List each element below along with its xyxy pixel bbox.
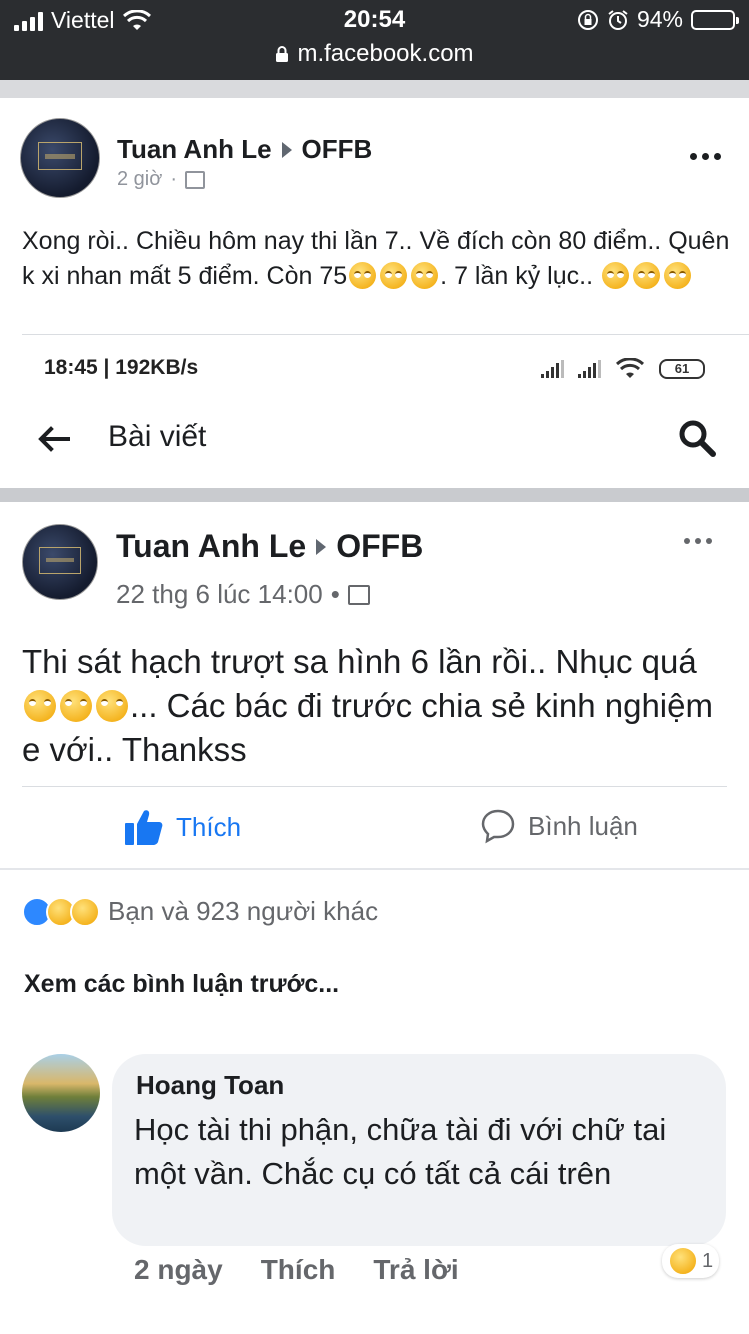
comment-reaction-count: 1	[702, 1249, 714, 1272]
wow-reaction-icon	[70, 896, 100, 927]
divider	[22, 334, 749, 335]
comment-text: Học tài thi phận, chữa tài đi với chữ ta…	[134, 1112, 667, 1191]
arrow-right-icon	[281, 141, 292, 158]
like-button[interactable]: Thích	[124, 808, 241, 846]
post-author-line: Tuan Anh Le OFFB	[116, 528, 423, 565]
section-gap	[0, 80, 749, 98]
author-name[interactable]: Tuan Anh Le	[116, 528, 306, 565]
author-name[interactable]: Tuan Anh Le	[117, 134, 272, 165]
comment-reply-button[interactable]: Trả lời	[373, 1254, 458, 1286]
lock-icon	[276, 46, 289, 62]
commenter-name[interactable]: Hoang Toan	[136, 1070, 284, 1101]
url-text: m.facebook.com	[297, 40, 474, 67]
commenter-avatar[interactable]	[22, 1054, 100, 1132]
more-options-button[interactable]	[690, 153, 721, 160]
screenshot-header: Bài viết	[0, 392, 749, 488]
rolling-eyes-emoji-icon	[601, 262, 629, 289]
signal-icon	[578, 360, 601, 378]
rolling-eyes-emoji-icon	[632, 262, 660, 289]
comment-bubble: Hoang Toan Học tài thi phận, chữa tài đi…	[112, 1054, 726, 1246]
post-text: Xong ròi.. Chiều hôm nay thi lần 7.. Về …	[22, 227, 730, 290]
comment-reaction-badge[interactable]: 1	[662, 1244, 720, 1278]
ios-right-status: 94%	[577, 6, 739, 33]
address-bar[interactable]: m.facebook.com	[0, 40, 749, 68]
ios-status-bar: Viettel 20:54 94% m.facebook.com	[0, 0, 749, 80]
haha-reaction-icon	[668, 1246, 698, 1276]
group-name[interactable]: OFFB	[336, 528, 423, 565]
rolling-eyes-emoji-icon	[60, 690, 92, 722]
post-text: Thi sát hạch trượt sa hình 6 lần rồi.. N…	[22, 643, 713, 768]
divider	[22, 786, 727, 787]
divider	[0, 868, 749, 870]
battery-icon	[691, 9, 739, 30]
battery-icon: 61	[659, 359, 705, 379]
arrow-right-icon	[316, 538, 327, 555]
battery-percent: 94%	[636, 6, 683, 32]
post-time[interactable]: 2 giờ	[117, 168, 162, 191]
signal-icon	[541, 360, 564, 378]
group-privacy-icon	[185, 170, 206, 189]
page-title: Bài viết	[108, 420, 207, 453]
orientation-lock-icon	[577, 9, 598, 30]
thumbs-up-icon	[125, 810, 163, 845]
rolling-eyes-emoji-icon	[349, 262, 377, 289]
comment-like-button[interactable]: Thích	[261, 1254, 336, 1286]
more-options-button[interactable]	[684, 538, 712, 544]
search-icon[interactable]	[677, 418, 717, 458]
comment-age: 2 ngày	[134, 1254, 223, 1285]
rolling-eyes-emoji-icon	[663, 262, 691, 289]
screenshot-status-time: 18:45 | 192KB/s	[44, 356, 199, 379]
back-arrow-icon[interactable]	[36, 422, 70, 456]
section-gap	[0, 488, 749, 502]
alarm-icon	[608, 9, 628, 30]
post-meta: 22 thg 6 lúc 14:00 •	[116, 579, 370, 610]
author-avatar[interactable]	[20, 118, 100, 198]
reaction-count-text: Bạn và 923 người khác	[108, 896, 379, 926]
comment-bubble-icon	[481, 809, 515, 844]
like-label: Thích	[176, 811, 242, 842]
reaction-summary[interactable]: Bạn và 923 người khác	[22, 896, 378, 927]
post-time[interactable]: 22 thg 6 lúc 14:00	[116, 579, 323, 610]
group-name[interactable]: OFFB	[302, 134, 373, 165]
see-previous-comments-link[interactable]: Xem các bình luận trước...	[24, 970, 339, 999]
comment-actions: 2 ngày Thích Trả lời	[134, 1254, 459, 1286]
group-privacy-icon	[347, 584, 370, 605]
rolling-eyes-emoji-icon	[380, 262, 408, 289]
screenshot-status-icons: 61	[541, 358, 705, 380]
post-author-line: Tuan Anh Le OFFB	[117, 134, 372, 165]
author-avatar[interactable]	[22, 524, 98, 600]
rolling-eyes-emoji-icon	[24, 690, 56, 722]
comment-button[interactable]: Bình luận	[480, 808, 638, 844]
rolling-eyes-emoji-icon	[411, 262, 439, 289]
post-meta: 2 giờ ·	[117, 168, 206, 191]
rolling-eyes-emoji-icon	[96, 690, 128, 722]
wifi-icon	[615, 358, 645, 378]
comment-label: Bình luận	[528, 810, 638, 841]
